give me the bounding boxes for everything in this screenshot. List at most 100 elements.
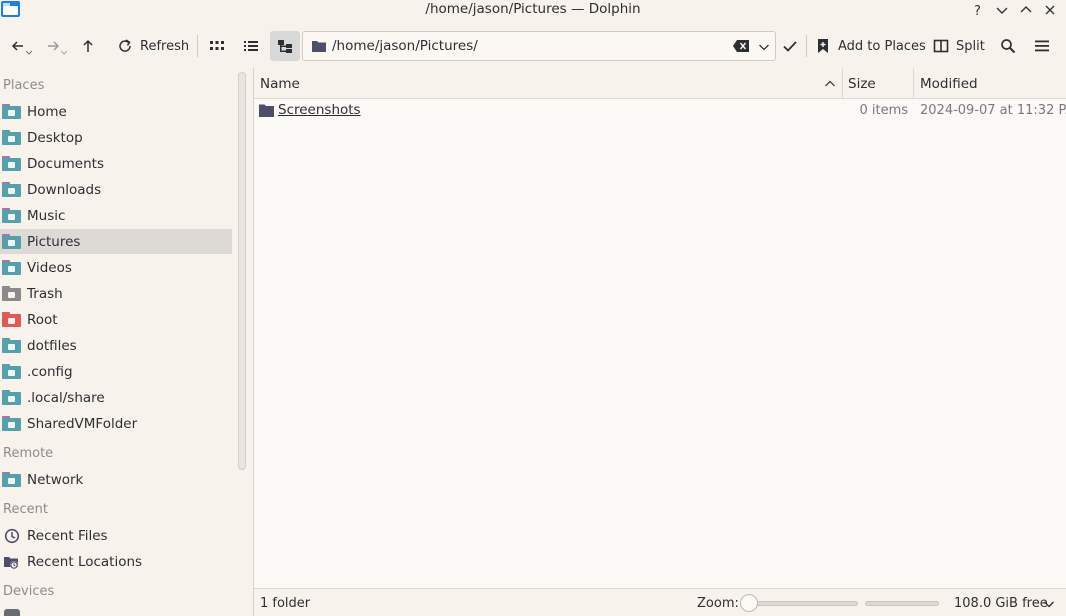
grid-icon (210, 41, 224, 50)
sidebar-item-trash[interactable]: Trash (0, 281, 232, 306)
root-folder-icon (2, 312, 21, 327)
compact-view-button[interactable] (243, 27, 259, 65)
svg-text:?: ? (974, 4, 981, 16)
hamburger-menu-button[interactable] (1034, 27, 1050, 65)
size-column-header[interactable]: Size (848, 68, 876, 99)
refresh-button[interactable]: Refresh (117, 27, 189, 65)
sidebar-item-dotfiles[interactable]: dotfiles (0, 333, 232, 358)
maximize-button[interactable] (1015, 0, 1037, 20)
file-view[interactable]: Name Size Modified Screenshots 0 items 2… (254, 68, 1066, 588)
title-bar: /home/jason/Pictures — Dolphin ? (0, 0, 1066, 20)
sidebar-item-downloads[interactable]: Downloads (0, 177, 232, 202)
free-space-label[interactable]: 108.0 GiB free (954, 596, 1048, 611)
trash-icon (2, 286, 21, 301)
network-folder-icon (2, 472, 21, 487)
sidebar-item-network[interactable]: Network (0, 467, 232, 492)
hamburger-icon (1035, 40, 1049, 52)
home-folder-icon (2, 104, 21, 119)
sidebar-item-videos[interactable]: Videos (0, 255, 232, 280)
add-to-places-label: Add to Places (838, 38, 926, 54)
folder-icon (2, 338, 21, 353)
minimize-button[interactable] (991, 0, 1013, 20)
recent-files-item[interactable]: Recent Files (0, 523, 232, 548)
folder-icon (2, 364, 21, 379)
sidebar-item-desktop[interactable]: Desktop (0, 125, 232, 150)
recent-files-label: Recent Files (27, 527, 108, 544)
drive-icon[interactable] (4, 609, 20, 616)
sidebar-item-label: Videos (27, 259, 72, 276)
sidebar-item-pictures[interactable]: Pictures (0, 229, 232, 254)
chevron-down-icon[interactable] (1043, 598, 1055, 610)
status-bar: 1 folder Zoom: 108.0 GiB free (254, 588, 1066, 616)
arrow-up-icon (83, 39, 93, 52)
sidebar-item-label: Home (27, 103, 67, 120)
split-button[interactable]: Split (933, 27, 985, 65)
places-section-heading: Places (3, 78, 45, 93)
arrow-left-icon (11, 41, 23, 51)
folder-icon (312, 41, 326, 52)
file-name[interactable]: Screenshots (278, 102, 361, 118)
sidebar-item-sharedvmfolder[interactable]: SharedVMFolder (0, 411, 232, 436)
bookmark-add-icon (818, 39, 828, 53)
arrow-right-icon (48, 41, 60, 51)
column-header: Name Size Modified (254, 68, 1066, 99)
toolbar-separator (806, 35, 807, 57)
recent-locations-icon (4, 556, 18, 569)
location-path[interactable]: /home/jason/Pictures/ (332, 38, 478, 54)
forward-button[interactable] (45, 27, 67, 65)
split-label: Split (956, 38, 985, 54)
devices-section-heading: Devices (3, 584, 55, 599)
name-column-header[interactable]: Name (260, 68, 300, 99)
folder-icon (259, 104, 274, 117)
recent-locations-item[interactable]: Recent Locations (0, 549, 232, 574)
pictures-folder-icon (2, 234, 21, 249)
file-row[interactable]: Screenshots 0 items 2024-09-07 at 11:32 … (254, 99, 1066, 123)
zoom-slider[interactable] (744, 601, 858, 606)
chevron-down-icon (61, 50, 67, 55)
tree-view-icon (278, 40, 292, 53)
help-icon[interactable]: ? (967, 0, 989, 20)
column-separator[interactable] (913, 68, 914, 99)
location-bar[interactable]: /home/jason/Pictures/ (302, 31, 776, 61)
search-button[interactable] (1000, 27, 1016, 65)
modified-column-header[interactable]: Modified (920, 68, 978, 99)
column-separator[interactable] (842, 68, 843, 99)
back-button[interactable] (10, 27, 32, 65)
clock-icon (4, 528, 20, 543)
sidebar-item-home[interactable]: Home (0, 99, 232, 124)
downloads-folder-icon (2, 182, 21, 197)
places-scrollbar[interactable] (238, 72, 246, 470)
details-view-button[interactable] (270, 31, 300, 61)
remote-section-heading: Remote (3, 446, 54, 461)
desktop-folder-icon (2, 130, 21, 145)
confirm-location-button[interactable] (782, 27, 798, 65)
up-button[interactable] (80, 27, 96, 65)
sidebar-item-label: .local/share (27, 389, 105, 406)
sidebar-item-label: Documents (27, 155, 104, 172)
music-folder-icon (2, 208, 21, 223)
icons-view-button[interactable] (209, 27, 225, 65)
chevron-down-icon[interactable] (758, 41, 770, 53)
sidebar-item-documents[interactable]: Documents (0, 151, 232, 176)
sidebar-item-label: Music (27, 207, 66, 224)
sidebar-item-music[interactable]: Music (0, 203, 232, 228)
sidebar-item-local-share[interactable]: .local/share (0, 385, 232, 410)
close-button[interactable] (1039, 0, 1061, 20)
sort-ascending-icon[interactable] (824, 78, 836, 90)
sidebar-item-config[interactable]: .config (0, 359, 232, 384)
window-title: /home/jason/Pictures — Dolphin (425, 1, 641, 17)
sidebar-item-label: Network (27, 471, 84, 488)
places-panel: Places Home Desktop Documents Downloads Musi… (0, 68, 233, 616)
folder-icon (2, 390, 21, 405)
search-icon (1001, 39, 1016, 54)
zoom-slider-handle[interactable] (740, 594, 758, 612)
item-count: 1 folder (260, 596, 311, 611)
recent-section-heading: Recent (3, 502, 48, 517)
sidebar-item-label: Downloads (27, 181, 102, 198)
add-to-places-button[interactable]: Add to Places (815, 27, 926, 65)
clear-text-icon[interactable] (733, 40, 749, 52)
sidebar-item-label: SharedVMFolder (27, 415, 138, 432)
folder-icon (2, 416, 21, 431)
split-view-icon (933, 39, 949, 53)
sidebar-item-root[interactable]: Root (0, 307, 232, 332)
